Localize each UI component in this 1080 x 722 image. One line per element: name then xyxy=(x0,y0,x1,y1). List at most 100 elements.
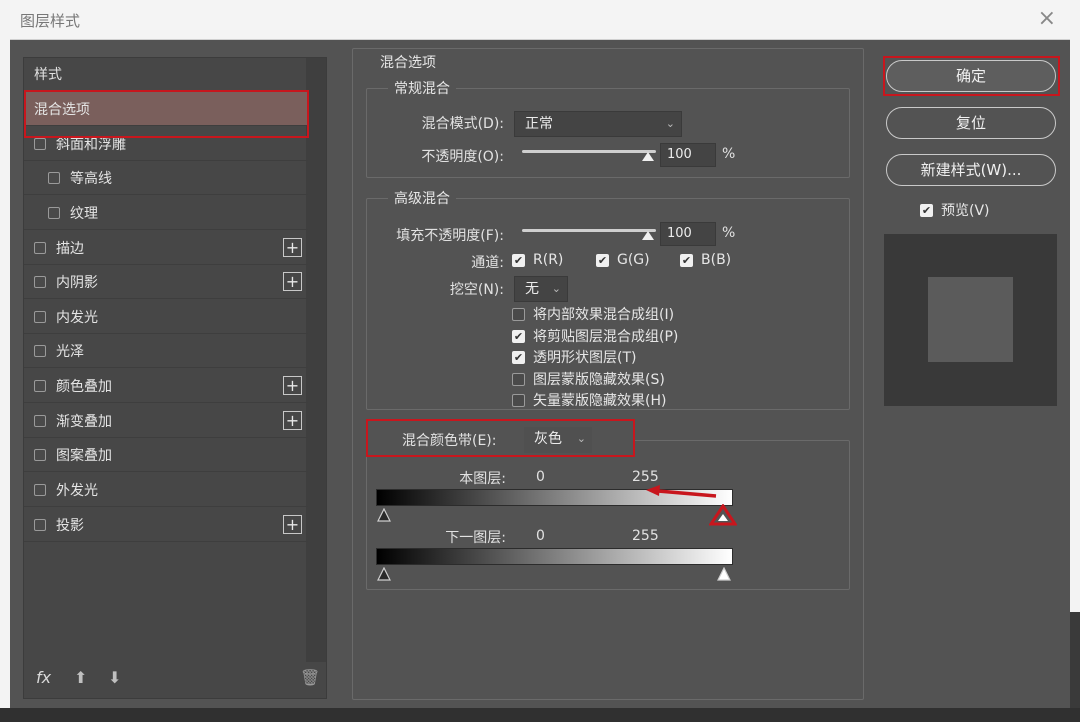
blend-if-group xyxy=(366,440,850,590)
styles-footer-toolbar: fx ⬆ ⬇ 🗑 xyxy=(24,660,328,698)
fx-icon[interactable]: fx xyxy=(36,668,51,687)
styles-header[interactable]: 样式 xyxy=(24,58,308,92)
style-item-label: 图案叠加 xyxy=(56,447,112,464)
style-checkbox[interactable] xyxy=(48,206,60,219)
style-item-label: 斜面和浮雕 xyxy=(56,136,126,153)
fill-opacity-slider-thumb[interactable] xyxy=(642,231,654,240)
blend-mode-select[interactable]: 正常 ⌄ xyxy=(514,111,682,137)
style-item-satin[interactable]: 光泽 xyxy=(24,334,308,368)
style-preview-swatch xyxy=(928,277,1013,362)
option-label: 透明形状图层(T) xyxy=(533,350,637,366)
add-gradient-overlay-icon[interactable]: + xyxy=(283,411,302,430)
option-transparency-shapes-checkbox[interactable]: ✔ 透明形状图层(T) xyxy=(512,347,636,367)
style-item-drop-shadow[interactable]: 投影 + xyxy=(24,508,308,542)
channel-r-checkbox[interactable]: ✔ R(R) xyxy=(512,252,563,268)
checkbox-box xyxy=(512,393,525,407)
add-stroke-icon[interactable]: + xyxy=(283,238,302,257)
close-icon[interactable]: × xyxy=(1038,6,1056,31)
knockout-select[interactable]: 无 ⌄ xyxy=(514,276,568,302)
style-item-label: 光泽 xyxy=(56,343,84,360)
style-item-contour[interactable]: 等高线 xyxy=(24,161,308,195)
blend-if-value: 灰色 xyxy=(534,431,562,447)
fill-opacity-slider[interactable] xyxy=(522,229,656,232)
add-drop-shadow-icon[interactable]: + xyxy=(283,515,302,534)
option-layer-mask-hides-checkbox[interactable]: 图层蒙版隐藏效果(S) xyxy=(512,369,665,389)
fill-opacity-input[interactable]: 100 xyxy=(660,222,716,246)
style-checkbox[interactable] xyxy=(34,379,46,392)
backdrop-right-lower xyxy=(1070,612,1080,722)
style-item-blend-options[interactable]: 混合选项 xyxy=(24,92,308,126)
move-up-icon[interactable]: ⬆ xyxy=(74,668,87,687)
opacity-slider-thumb[interactable] xyxy=(642,152,654,161)
style-item-label: 内发光 xyxy=(56,309,98,326)
styles-scrollbar[interactable] xyxy=(306,58,326,662)
style-preview-thumbnail xyxy=(884,234,1057,406)
option-vector-mask-hides-checkbox[interactable]: 矢量蒙版隐藏效果(H) xyxy=(512,390,666,410)
style-checkbox[interactable] xyxy=(34,275,46,288)
backdrop-bottom xyxy=(0,708,1080,722)
this-layer-white-slider[interactable] xyxy=(709,504,737,526)
style-checkbox[interactable] xyxy=(34,518,46,531)
channels-label: 通道: xyxy=(471,255,504,271)
option-blend-interior-checkbox[interactable]: 将内部效果混合成组(I) xyxy=(512,304,674,324)
opacity-percent: % xyxy=(722,146,736,162)
new-style-button[interactable]: 新建样式(W)... xyxy=(886,154,1056,186)
preview-label: 预览(V) xyxy=(941,203,990,219)
opacity-input[interactable]: 100 xyxy=(660,143,716,167)
style-checkbox[interactable] xyxy=(34,483,46,496)
option-blend-clipped-checkbox[interactable]: ✔ 将剪贴图层混合成组(P) xyxy=(512,326,678,346)
blend-if-select[interactable]: 灰色 ⌄ xyxy=(524,427,592,453)
style-item-inner-shadow[interactable]: 内阴影 + xyxy=(24,265,308,299)
style-checkbox[interactable] xyxy=(48,171,60,184)
this-layer-black-slider[interactable] xyxy=(377,508,391,522)
style-item-texture[interactable]: 纹理 xyxy=(24,196,308,230)
style-item-outer-glow[interactable]: 外发光 xyxy=(24,473,308,507)
option-label: 矢量蒙版隐藏效果(H) xyxy=(533,393,667,409)
under-layer-black-slider[interactable] xyxy=(377,567,391,581)
styles-list-panel: 样式 混合选项 斜面和浮雕 等高线 纹理 描边 + 内阴影 + 内发光 光泽 颜… xyxy=(23,57,327,699)
blend-if-label: 混合颜色带(E): xyxy=(402,433,497,449)
channel-g-checkbox[interactable]: ✔ G(G) xyxy=(596,252,650,268)
add-inner-shadow-icon[interactable]: + xyxy=(283,272,302,291)
option-label: 将内部效果混合成组(I) xyxy=(533,307,675,323)
style-checkbox[interactable] xyxy=(34,344,46,357)
channel-b-checkbox[interactable]: ✔ B(B) xyxy=(680,252,731,268)
preview-checkbox[interactable]: ✔ 预览(V) xyxy=(920,200,990,220)
channel-r-label: R(R) xyxy=(533,252,564,268)
blend-options-title: 混合选项 xyxy=(374,52,442,72)
under-layer-high-value: 255 xyxy=(632,528,659,544)
delete-icon[interactable]: 🗑 xyxy=(300,668,320,687)
style-item-bevel-emboss[interactable]: 斜面和浮雕 xyxy=(24,127,308,161)
style-checkbox[interactable] xyxy=(34,241,46,254)
checkbox-box: ✔ xyxy=(920,203,933,217)
advanced-blending-title: 高级混合 xyxy=(388,188,456,208)
channel-g-label: G(G) xyxy=(617,252,650,268)
checkbox-box: ✔ xyxy=(512,350,525,364)
under-layer-label: 下一图层: xyxy=(445,530,506,546)
backdrop-right xyxy=(1070,0,1080,612)
style-checkbox[interactable] xyxy=(34,137,46,150)
checkbox-box: ✔ xyxy=(596,253,609,267)
style-item-label: 投影 xyxy=(56,517,84,534)
ok-button[interactable]: 确定 xyxy=(886,60,1056,92)
opacity-slider[interactable] xyxy=(522,150,656,153)
add-color-overlay-icon[interactable]: + xyxy=(283,376,302,395)
style-item-color-overlay[interactable]: 颜色叠加 + xyxy=(24,369,308,403)
style-item-gradient-overlay[interactable]: 渐变叠加 + xyxy=(24,404,308,438)
checkbox-box xyxy=(512,307,525,321)
blend-mode-label: 混合模式(D): xyxy=(421,116,504,132)
checkbox-box: ✔ xyxy=(680,253,693,267)
layer-style-dialog: 样式 混合选项 斜面和浮雕 等高线 纹理 描边 + 内阴影 + 内发光 光泽 颜… xyxy=(10,40,1070,708)
style-checkbox[interactable] xyxy=(34,310,46,323)
opacity-label: 不透明度(O): xyxy=(421,149,504,165)
style-checkbox[interactable] xyxy=(34,414,46,427)
reset-button[interactable]: 复位 xyxy=(886,107,1056,139)
style-checkbox[interactable] xyxy=(34,448,46,461)
option-label: 将剪贴图层混合成组(P) xyxy=(533,329,679,345)
under-layer-white-slider[interactable] xyxy=(717,567,731,581)
option-label: 图层蒙版隐藏效果(S) xyxy=(533,372,665,388)
style-item-inner-glow[interactable]: 内发光 xyxy=(24,300,308,334)
move-down-icon[interactable]: ⬇ xyxy=(108,668,121,687)
style-item-stroke[interactable]: 描边 + xyxy=(24,231,308,265)
style-item-pattern-overlay[interactable]: 图案叠加 xyxy=(24,438,308,472)
